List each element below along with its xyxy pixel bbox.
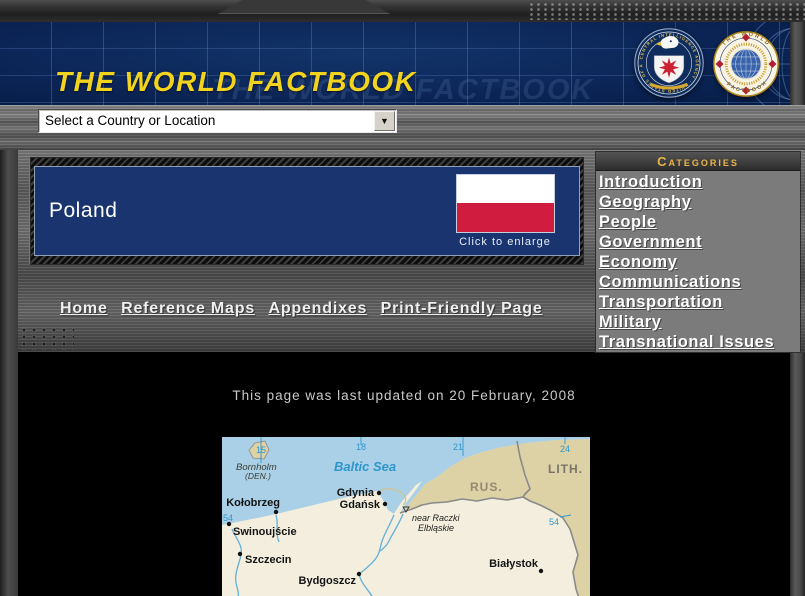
country-select[interactable]: Select a Country or Location ▼ [38, 109, 397, 133]
nav-link-home[interactable]: Home [60, 300, 108, 317]
categories-panel: Categories Introduction Geography People… [596, 152, 800, 352]
flag-red-stripe [457, 203, 554, 232]
cia-seal: CENTRAL INTELLIGENCE AGENCY · UNITED STA… [632, 26, 706, 100]
category-link-government[interactable]: Government [599, 232, 800, 252]
category-link-communications[interactable]: Communications [599, 272, 800, 292]
category-link-economy[interactable]: Economy [599, 252, 800, 272]
meridian-15-label: 15 [256, 445, 266, 455]
country-name: Poland [49, 199, 117, 223]
poland-flag[interactable] [456, 174, 555, 233]
categories-header: Categories [596, 152, 800, 171]
country-map[interactable]: 15 18 21 24 54 54 Baltic Sea Bornholm (D… [222, 437, 590, 596]
top-bar-dot-texture [530, 3, 805, 20]
city-marker-gdynia [377, 491, 381, 495]
main-nav: Home Reference Maps Appendixes Print-Fri… [60, 300, 552, 318]
flag-white-stripe [457, 175, 554, 203]
city-label-gdynia: Gdynia [337, 487, 375, 499]
meridian-18-label: 18 [356, 442, 366, 452]
site-banner: THE WORLD FACTBOOK THE WORLD FACTBOOK CE… [0, 22, 790, 105]
city-label-bialystok: Białystok [489, 558, 539, 570]
category-link-people[interactable]: People [599, 212, 800, 232]
nav-link-print-friendly[interactable]: Print-Friendly Page [381, 300, 543, 317]
raczki-annotation-line1: near Raczki [412, 513, 461, 523]
city-label-bydgoszcz: Bydgoszcz [299, 575, 357, 587]
city-marker-kolobrzeg [274, 510, 278, 514]
category-link-geography[interactable]: Geography [599, 192, 800, 212]
parallel-54-right-label: 54 [549, 517, 559, 527]
site-title: THE WORLD FACTBOOK [55, 66, 416, 98]
city-label-szczecin: Szczecin [245, 554, 292, 566]
poland-map-svg: 15 18 21 24 54 54 Baltic Sea Bornholm (D… [222, 437, 590, 596]
world-factbook-seal: THE WORLD FACTBOOK [712, 30, 780, 98]
nav-link-reference-maps[interactable]: Reference Maps [121, 300, 255, 317]
russia-label: RUS. [470, 480, 503, 494]
city-label-gdansk: Gdańsk [340, 499, 381, 511]
country-select-value: Select a Country or Location [45, 113, 215, 128]
categories-title: Categories [657, 154, 739, 169]
country-header: Poland Click to enlarge [34, 166, 580, 256]
left-edge-strip [0, 150, 18, 596]
meridian-21-label: 21 [453, 442, 463, 452]
baltic-sea-label: Baltic Sea [334, 459, 396, 474]
parallel-54-left-label: 54 [223, 513, 233, 523]
city-marker-bydgoszcz [357, 572, 361, 576]
city-label-kolobrzeg: Kołobrzeg [226, 497, 280, 509]
city-marker-swinoujscie [227, 522, 231, 526]
category-link-transportation[interactable]: Transportation [599, 292, 800, 312]
nav-link-appendixes[interactable]: Appendixes [268, 300, 367, 317]
category-link-transnational-issues[interactable]: Transnational Issues [599, 332, 800, 352]
flag-caption: Click to enlarge [455, 236, 555, 248]
category-link-military[interactable]: Military [599, 312, 800, 332]
country-select-button[interactable]: ▼ [374, 111, 395, 131]
city-marker-szczecin [238, 552, 242, 556]
top-bar-tab-decoration [218, 0, 390, 14]
bornholm-den-label: (DEN.) [245, 471, 271, 481]
category-link-introduction[interactable]: Introduction [599, 172, 800, 192]
content-area: This page was last updated on 20 Februar… [18, 352, 790, 596]
raczki-annotation-line2: Elbląskie [418, 523, 454, 533]
lithuania-label: LITH. [548, 462, 583, 476]
last-updated-text: This page was last updated on 20 Februar… [18, 388, 790, 403]
city-marker-bialystok [539, 569, 543, 573]
top-chrome-bar [0, 0, 805, 22]
city-marker-gdansk [383, 502, 387, 506]
city-label-swinoujscie: Swinoujście [233, 526, 297, 538]
meridian-24-label: 24 [560, 444, 570, 454]
categories-list: Introduction Geography People Government… [596, 171, 800, 352]
country-header-frame: Poland Click to enlarge [31, 158, 583, 264]
factbook-page: THE WORLD FACTBOOK THE WORLD FACTBOOK CE… [0, 0, 805, 596]
chevron-down-icon: ▼ [380, 117, 389, 126]
country-flag-link[interactable]: Click to enlarge [455, 174, 555, 248]
